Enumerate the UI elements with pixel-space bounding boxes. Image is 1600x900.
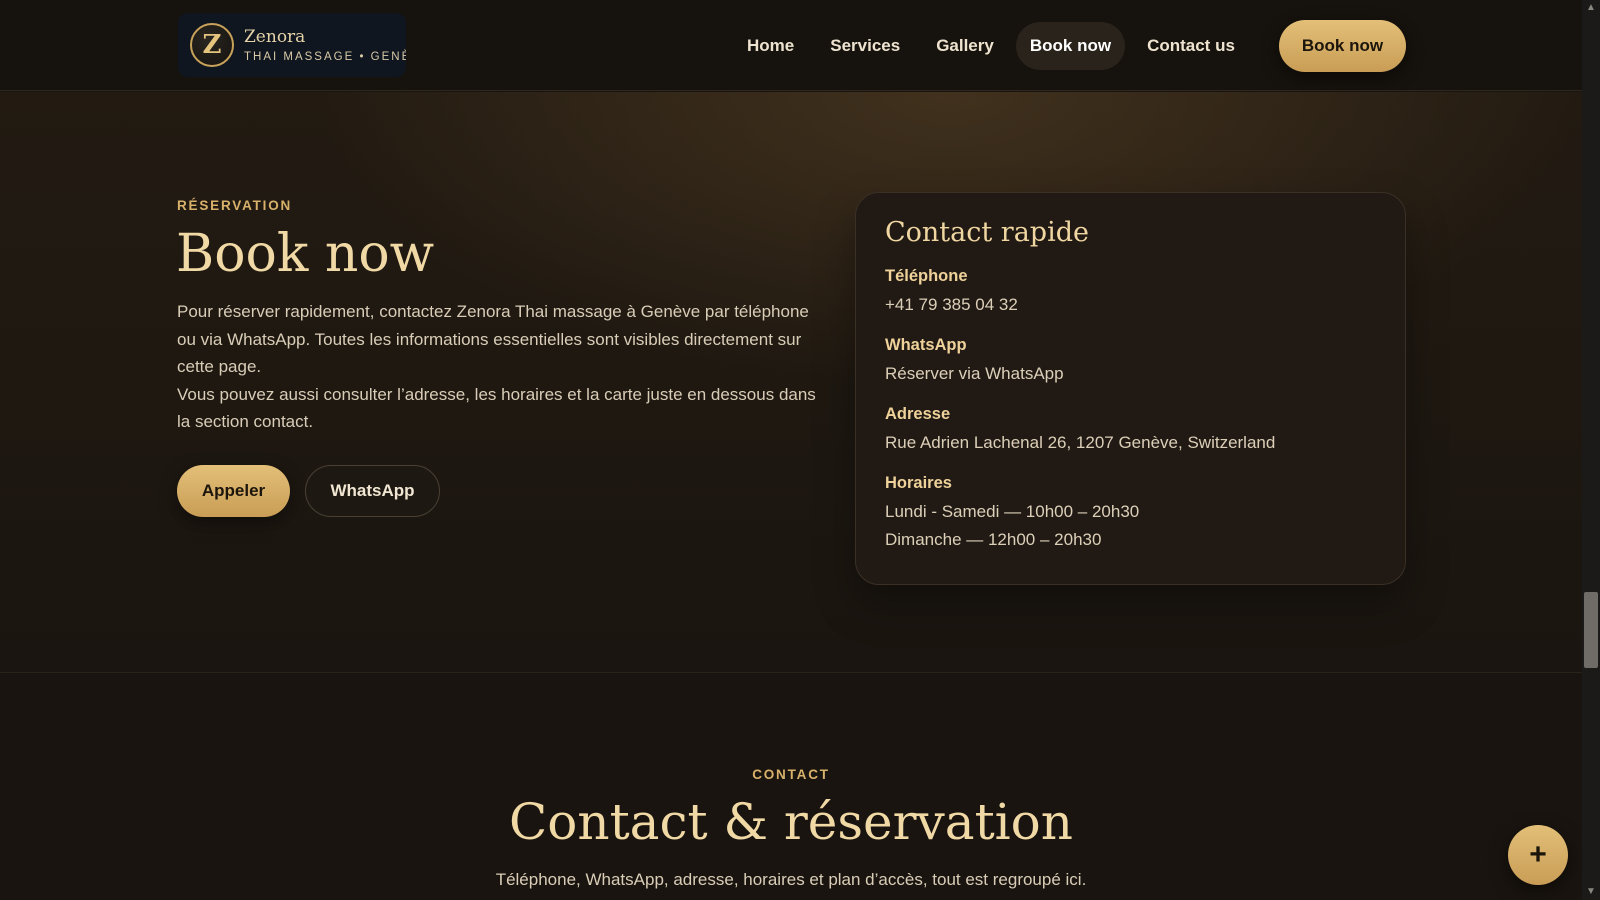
- contact-eyebrow: CONTACT: [752, 767, 830, 782]
- contact-section: CONTACT Contact & réservation Téléphone,…: [0, 674, 1582, 900]
- contact-title: Contact & réservation: [509, 793, 1073, 851]
- scrollbar-thumb[interactable]: [1584, 592, 1598, 668]
- quick-contact-title: Contact rapide: [885, 217, 1089, 248]
- logo-name: Zenora: [244, 27, 306, 47]
- logo-text: Zenora THAI MASSAGE • GENÈ: [244, 27, 406, 63]
- whatsapp-button[interactable]: WhatsApp: [305, 465, 440, 517]
- hours-field: Horaires Lundi - Samedi — 10h00 – 20h30 …: [885, 472, 1139, 553]
- booking-paragraph-2: Vous pouvez aussi consulter l’adresse, l…: [177, 384, 816, 432]
- page: Z Zenora THAI MASSAGE • GENÈ Home Servic…: [0, 0, 1600, 900]
- address-label: Adresse: [885, 405, 951, 423]
- address-value: Rue Adrien Lachenal 26, 1207 Genève, Swi…: [885, 433, 1276, 452]
- nav-home[interactable]: Home: [733, 22, 808, 70]
- page-scrollbar[interactable]: ▲ ▼: [1582, 0, 1600, 900]
- whatsapp-field: WhatsApp Réserver via WhatsApp: [885, 334, 1064, 388]
- logo-tagline: THAI MASSAGE • GENÈ: [244, 51, 406, 63]
- site-header: Z Zenora THAI MASSAGE • GENÈ Home Servic…: [0, 0, 1582, 91]
- nav-contact-us[interactable]: Contact us: [1133, 22, 1249, 70]
- logo-badge: Z: [190, 23, 234, 67]
- nav-services[interactable]: Services: [816, 22, 914, 70]
- scroll-up-icon[interactable]: ▲: [1582, 0, 1600, 16]
- main-nav: Home Services Gallery Book now Contact u…: [733, 22, 1257, 70]
- header-book-now-button[interactable]: Book now: [1279, 20, 1406, 72]
- booking-eyebrow: RÉSERVATION: [177, 198, 293, 213]
- booking-paragraph-1: Pour réserver rapidement, contactez Zeno…: [177, 302, 809, 376]
- contact-subtitle: Téléphone, WhatsApp, adresse, horaires e…: [495, 870, 1087, 889]
- phone-field: Téléphone +41 79 385 04 32: [885, 265, 1018, 319]
- phone-link[interactable]: +41 79 385 04 32: [885, 291, 1018, 319]
- call-button[interactable]: Appeler: [177, 465, 290, 517]
- hours-line-weekdays: Lundi - Samedi — 10h00 – 20h30: [885, 502, 1140, 521]
- logo[interactable]: Z Zenora THAI MASSAGE • GENÈ: [178, 13, 406, 77]
- address-field: Adresse Rue Adrien Lachenal 26, 1207 Gen…: [885, 403, 1275, 457]
- hours-line-sunday: Dimanche — 12h00 – 20h30: [885, 529, 1102, 549]
- plus-icon: +: [1529, 838, 1547, 871]
- nav-book-now[interactable]: Book now: [1015, 22, 1126, 70]
- phone-label: Téléphone: [885, 267, 968, 285]
- whatsapp-link[interactable]: Réserver via WhatsApp: [885, 360, 1064, 388]
- booking-description: Pour réserver rapidement, contactez Zeno…: [177, 298, 817, 436]
- scroll-down-icon[interactable]: ▼: [1582, 884, 1600, 900]
- quick-contact-card: Contact rapide Téléphone +41 79 385 04 3…: [855, 192, 1406, 585]
- floating-action-button[interactable]: +: [1508, 825, 1568, 885]
- booking-section: RÉSERVATION Book now Pour réserver rapid…: [0, 92, 1582, 673]
- whatsapp-label: WhatsApp: [885, 336, 967, 354]
- hours-label: Horaires: [885, 474, 952, 492]
- booking-title: Book now: [176, 224, 435, 284]
- nav-gallery[interactable]: Gallery: [922, 22, 1008, 70]
